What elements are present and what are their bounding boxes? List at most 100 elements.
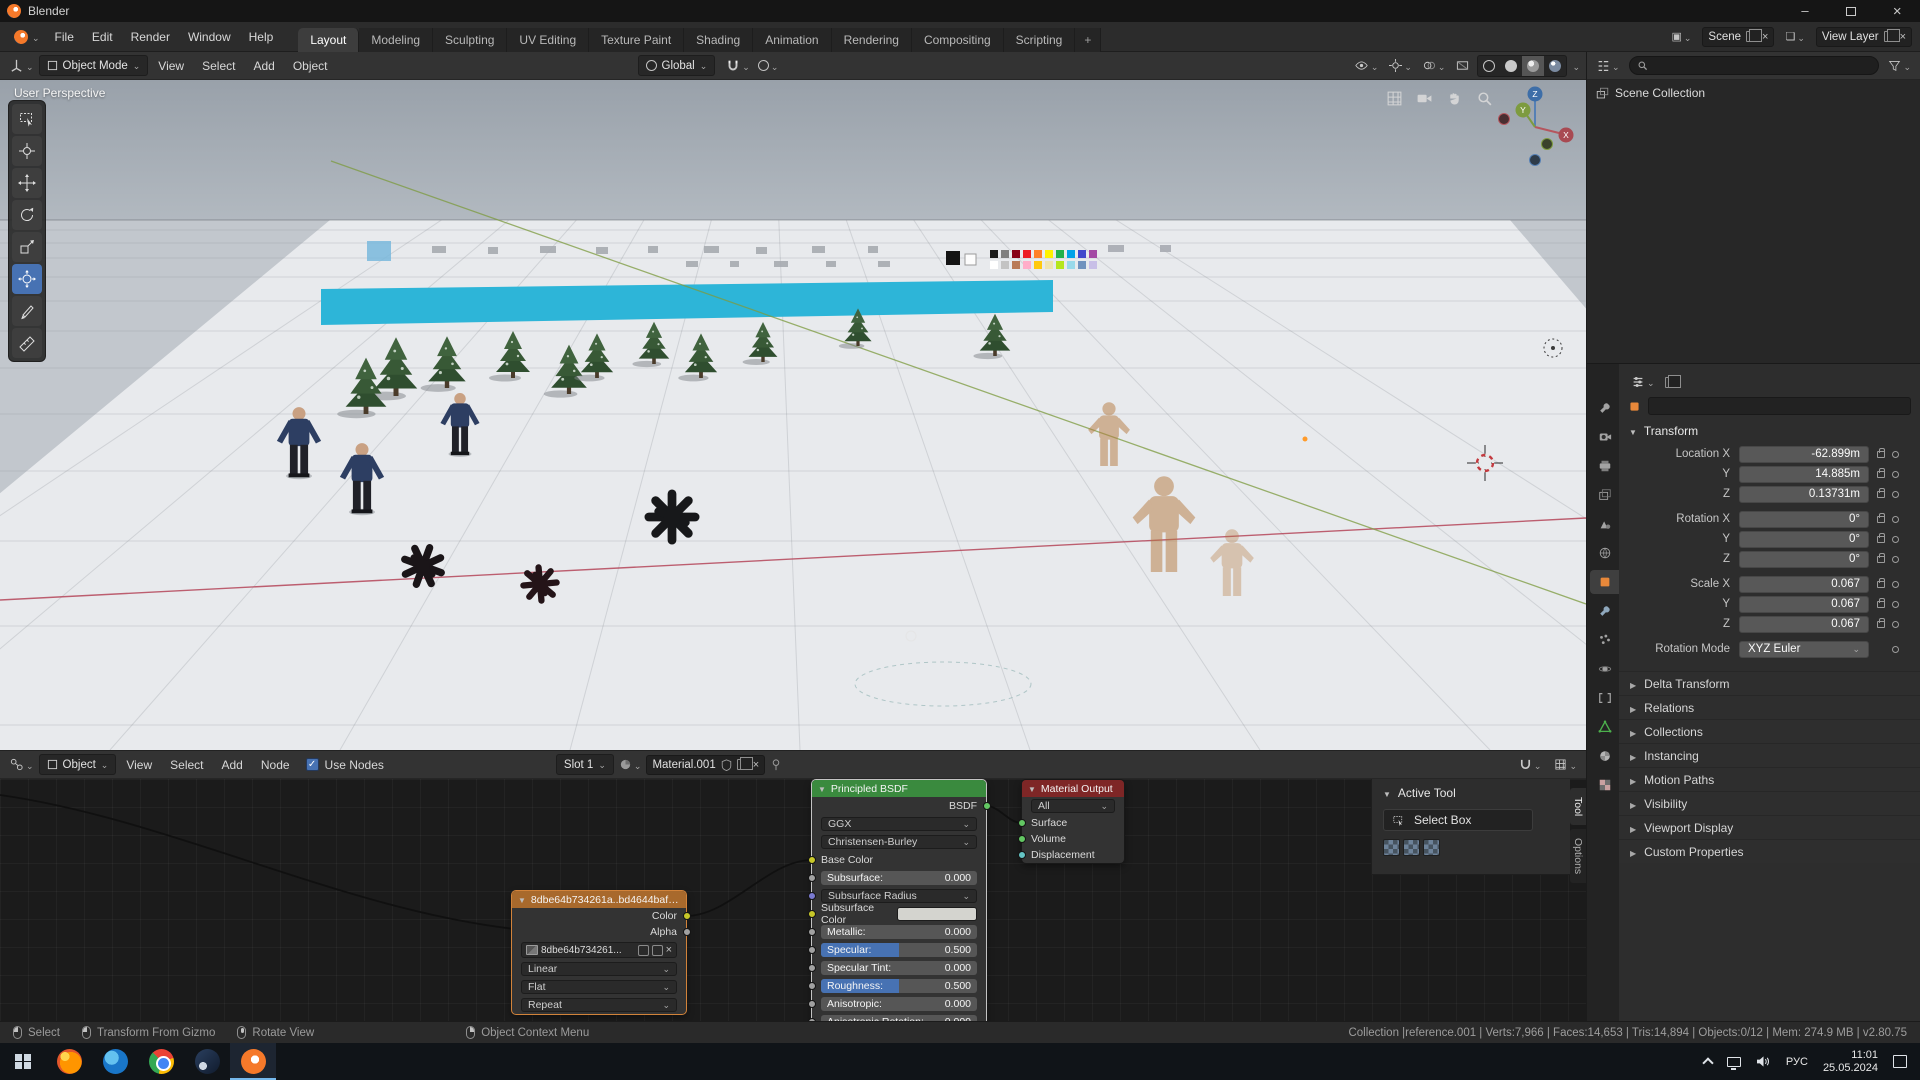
menu-file[interactable]: File (46, 22, 83, 52)
tab-physics[interactable] (1590, 657, 1619, 681)
editor-type-3dview-icon[interactable] (6, 56, 37, 75)
pan-hand-icon[interactable] (1446, 90, 1463, 107)
clock[interactable]: 11:01 25.05.2024 (1823, 1049, 1878, 1075)
material-slot-dropdown[interactable]: Slot 1 (556, 754, 614, 775)
section-relations[interactable]: Relations (1619, 695, 1920, 719)
snap-node-icon[interactable] (1516, 756, 1545, 774)
shader-editor-canvas[interactable]: 8dbe64b734261a..bd4644baf33b.png Color A… (0, 779, 1586, 1021)
scene-selector[interactable]: Scene × (1702, 27, 1774, 47)
principled-node-header[interactable]: Principled BSDF (812, 780, 986, 797)
collapse-icon[interactable] (518, 894, 526, 906)
use-nodes-checkbox[interactable]: Use Nodes (306, 758, 384, 772)
viewport-menu-add[interactable]: Add (245, 52, 282, 80)
tab-constraints[interactable] (1590, 686, 1619, 710)
overlays-toggle[interactable] (1420, 57, 1449, 75)
gizmo-y-neg[interactable] (1542, 139, 1553, 150)
subsurface-radius-dropdown[interactable]: Subsurface Radius (821, 889, 977, 903)
tab-texture-paint[interactable]: Texture Paint (589, 28, 684, 52)
specular-tint-slider[interactable]: Specular Tint:0.000 (821, 961, 977, 975)
animate-dot-icon[interactable] (1892, 491, 1899, 498)
outliner-search-input[interactable] (1629, 56, 1880, 75)
zoom-icon[interactable] (1476, 90, 1493, 107)
volume-icon[interactable] (1756, 1055, 1771, 1068)
tab-view-layer[interactable] (1590, 483, 1619, 507)
proportional-editing-toggle[interactable] (755, 57, 782, 75)
scene-browse-icon[interactable]: ▣ (1668, 28, 1694, 46)
projection-dropdown[interactable]: Flat (521, 980, 677, 994)
xray-toggle[interactable] (1453, 57, 1472, 74)
location-z-field[interactable]: 0.13731m (1739, 486, 1869, 503)
tab-modifiers[interactable] (1590, 599, 1619, 623)
overlay-grid-icon[interactable] (1551, 756, 1580, 774)
menu-window[interactable]: Window (179, 22, 240, 52)
shading-solid-button[interactable] (1500, 56, 1522, 76)
active-tool-select-box[interactable]: Select Box (1383, 809, 1533, 831)
shader-menu-select[interactable]: Select (162, 751, 211, 779)
material-output-header[interactable]: Material Output (1022, 780, 1124, 797)
tab-world[interactable] (1590, 541, 1619, 565)
viewport-menu-view[interactable]: View (150, 52, 192, 80)
collapse-icon[interactable] (1028, 783, 1036, 795)
tab-texture[interactable] (1590, 773, 1619, 797)
roughness-slider[interactable]: Roughness:0.500 (821, 979, 977, 993)
node-material-output[interactable]: Material Output All Surface Volume Displ… (1022, 780, 1124, 863)
scale-x-field[interactable]: 0.067 (1739, 576, 1869, 593)
open-image-folder-icon[interactable] (652, 945, 663, 956)
base-color-socket[interactable] (808, 856, 816, 864)
language-indicator[interactable]: РУС (1786, 1056, 1808, 1068)
lock-icon[interactable] (1877, 581, 1885, 588)
fake-user-shield-icon[interactable] (721, 759, 732, 771)
pin-id-icon[interactable] (1665, 377, 1676, 388)
subsurface-radius-socket[interactable] (808, 892, 816, 900)
subsurface-color-socket[interactable] (808, 910, 816, 918)
taskbar-steam[interactable] (184, 1043, 230, 1080)
subsurface-socket[interactable] (808, 874, 816, 882)
extension-dropdown[interactable]: Repeat (521, 998, 677, 1012)
tool-scale[interactable] (12, 232, 42, 262)
tab-animation[interactable]: Animation (753, 28, 831, 52)
pin-icon[interactable] (767, 756, 785, 773)
section-delta-transform[interactable]: Delta Transform (1619, 671, 1920, 695)
metallic-slider[interactable]: Metallic:0.000 (821, 925, 977, 939)
anisotropic-socket[interactable] (808, 1000, 816, 1008)
subsurface-slider[interactable]: Subsurface:0.000 (821, 871, 977, 885)
tool-measure[interactable] (12, 328, 42, 358)
animate-dot-icon[interactable] (1892, 536, 1899, 543)
volume-socket[interactable] (1018, 835, 1026, 843)
lock-icon[interactable] (1877, 471, 1885, 478)
blender-menu-icon[interactable] (8, 30, 46, 44)
location-y-field[interactable]: 14.885m (1739, 466, 1869, 483)
tab-uv-editing[interactable]: UV Editing (507, 28, 589, 52)
section-collections[interactable]: Collections (1619, 719, 1920, 743)
section-instancing[interactable]: Instancing (1619, 743, 1920, 767)
distribution-dropdown[interactable]: GGX (821, 817, 977, 831)
taskbar-edge[interactable] (92, 1043, 138, 1080)
image-datablock-field[interactable]: 8dbe64b734261... × (521, 942, 677, 958)
rotation-y-field[interactable]: 0° (1739, 531, 1869, 548)
filter-icon[interactable] (1885, 57, 1914, 75)
menu-render[interactable]: Render (122, 22, 179, 52)
tool-select-box[interactable] (12, 104, 42, 134)
tab-layout[interactable]: Layout (298, 28, 359, 52)
tool-cursor[interactable] (12, 136, 42, 166)
specular-tint-socket[interactable] (808, 964, 816, 972)
shader-menu-view[interactable]: View (118, 751, 160, 779)
close-button[interactable] (1874, 0, 1920, 22)
outliner-item-scene-collection[interactable]: Scene Collection (1587, 80, 1920, 106)
lock-icon[interactable] (1877, 536, 1885, 543)
unlink-scene-icon[interactable]: × (1762, 32, 1768, 42)
interpolation-dropdown[interactable]: Linear (521, 962, 677, 976)
target-dropdown[interactable]: All (1031, 799, 1115, 813)
menu-edit[interactable]: Edit (83, 22, 122, 52)
editor-type-outliner-icon[interactable] (1593, 57, 1623, 75)
tool-preset-icon[interactable] (1403, 839, 1420, 856)
object-origin-dot[interactable] (1303, 437, 1308, 442)
network-icon[interactable] (1727, 1057, 1741, 1067)
unlink-image-icon[interactable]: × (666, 945, 672, 955)
animate-dot-icon[interactable] (1892, 601, 1899, 608)
grid-ortho-icon[interactable] (1386, 90, 1403, 107)
section-visibility[interactable]: Visibility (1619, 791, 1920, 815)
displacement-socket[interactable] (1018, 851, 1026, 859)
tab-rendering[interactable]: Rendering (832, 28, 912, 52)
notification-center-icon[interactable] (1893, 1055, 1907, 1068)
